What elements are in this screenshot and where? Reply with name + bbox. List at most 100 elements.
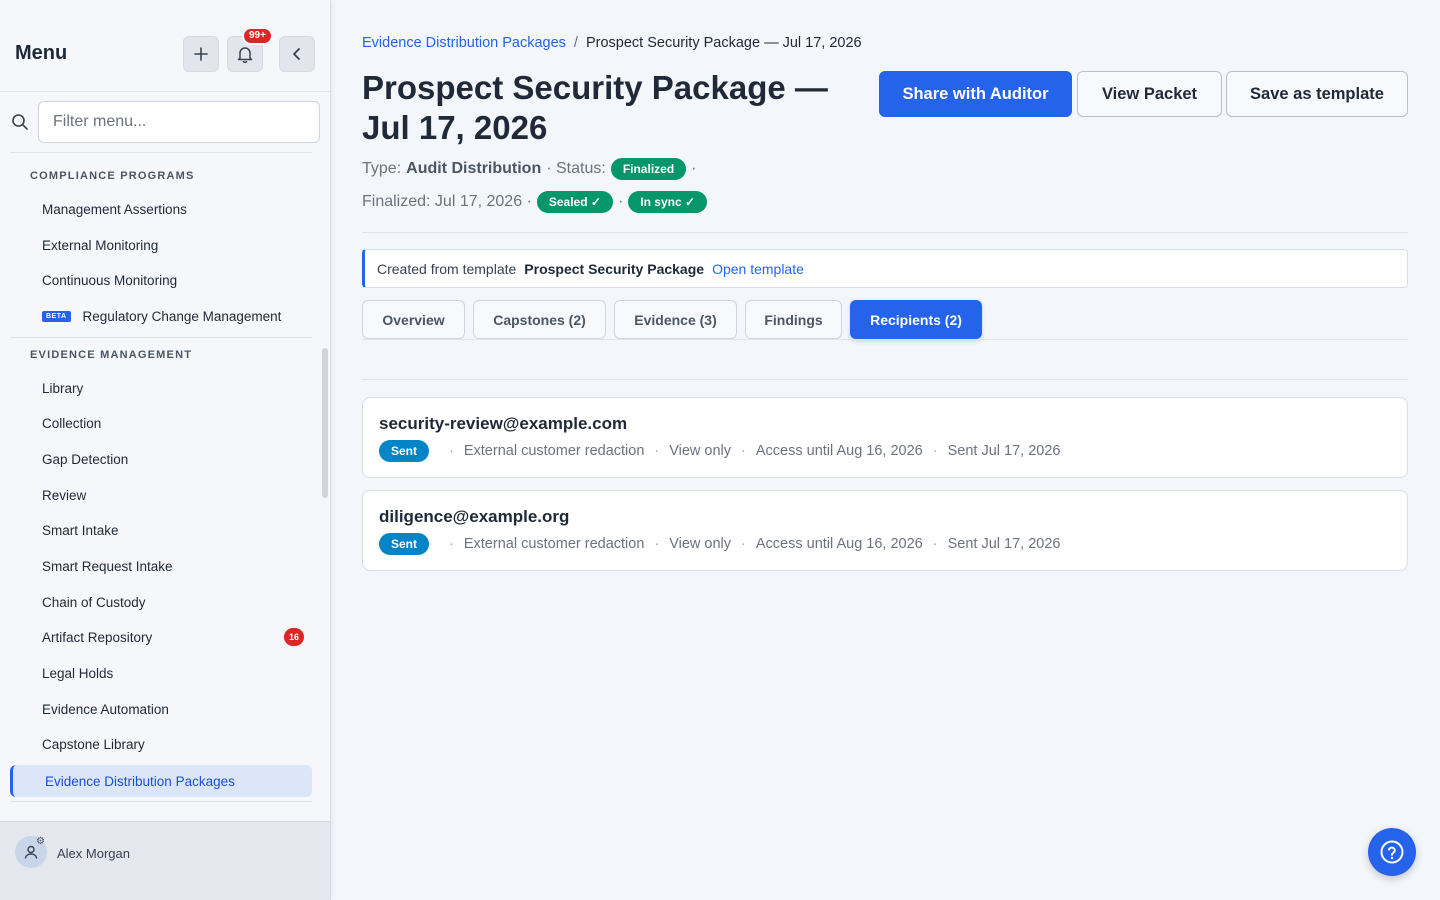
sidebar-item-label: Collection [42, 415, 102, 431]
package-meta-finalized: Finalized: Jul 17, 2026 · Sealed ✓ · In … [362, 191, 708, 213]
sidebar-item-label: Gap Detection [42, 451, 129, 467]
sidebar-scrollbar[interactable] [322, 348, 328, 498]
meta-separator: · [617, 193, 624, 210]
menu-list[interactable]: COMPLIANCE PROGRAMS Management Assertion… [0, 158, 330, 821]
recipient-card[interactable]: diligence@example.org Sent · External cu… [362, 490, 1408, 571]
collapse-sidebar-button[interactable] [279, 36, 315, 72]
save-as-template-button[interactable]: Save as template [1226, 71, 1408, 117]
tab-recipients[interactable]: Recipients (2) [850, 300, 982, 339]
sidebar-item-evidence-automation[interactable]: Evidence Automation [30, 693, 312, 725]
tab-overview[interactable]: Overview [362, 300, 465, 339]
breadcrumb-separator: / [573, 35, 578, 51]
package-meta-type-status: Type: Audit Distribution · Status: Final… [362, 158, 696, 180]
sidebar-item-continuous-monitoring[interactable]: Continuous Monitoring [30, 264, 312, 296]
sidebar-item-regulatory-change-management[interactable]: BETA Regulatory Change Management [30, 300, 312, 332]
user-footer[interactable]: ⚙ Alex Morgan [0, 821, 330, 900]
finalized-label: Finalized: Jul 17, 2026 · [362, 193, 532, 210]
sidebar: Menu 99+ COMPLIANCE PROGRAMS Management … [0, 0, 331, 900]
sidebar-item-artifact-repository[interactable]: Artifact Repository 16 [30, 621, 312, 653]
user-name: Alex Morgan [57, 846, 130, 861]
divider [362, 379, 1408, 380]
redaction-profile: External customer redaction [463, 443, 645, 459]
type-value: Audit Distribution [406, 160, 542, 177]
sidebar-item-management-assertions[interactable]: Management Assertions [30, 193, 312, 225]
template-name: Prospect Security Package [524, 260, 705, 277]
redaction-profile: External customer redaction [463, 536, 645, 552]
sidebar-item-chain-of-custody[interactable]: Chain of Custody [30, 586, 312, 618]
access-level: View only [669, 536, 732, 552]
sidebar-item-smart-intake[interactable]: Smart Intake [30, 514, 312, 546]
sealed-badge: Sealed ✓ [536, 191, 613, 213]
recipient-meta: Sent · External customer redaction · Vie… [379, 533, 1060, 555]
sidebar-title: Menu [15, 42, 68, 64]
access-expiry: Access until Aug 16, 2026 [755, 443, 923, 459]
sidebar-item-label: Smart Request Intake [42, 558, 173, 574]
sidebar-header: Menu 99+ [0, 0, 330, 92]
divider [10, 152, 312, 153]
breadcrumb-parent-link[interactable]: Evidence Distribution Packages [362, 35, 566, 51]
help-icon [1380, 840, 1404, 864]
chevron-left-icon [293, 48, 300, 60]
recipient-meta: Sent · External customer redaction · Vie… [379, 440, 1060, 462]
template-prefix: Created from template [377, 260, 517, 277]
sidebar-item-label: Legal Holds [42, 665, 114, 681]
divider [10, 337, 312, 338]
share-with-auditor-button[interactable]: Share with Auditor [879, 71, 1072, 117]
divider [10, 801, 312, 802]
page-title: Prospect Security Package — Jul 17, 2026 [362, 69, 828, 146]
count-badge: 16 [284, 628, 304, 646]
sidebar-item-evidence-distribution-packages[interactable]: Evidence Distribution Packages [10, 765, 312, 797]
sidebar-item-gap-detection[interactable]: Gap Detection [30, 443, 312, 475]
sidebar-item-label: Evidence Automation [42, 701, 169, 717]
tab-capstones[interactable]: Capstones (2) [473, 300, 606, 339]
sidebar-item-library[interactable]: Library [30, 372, 312, 404]
sidebar-item-label: Artifact Repository [42, 629, 153, 645]
filter-menu-input[interactable] [38, 101, 320, 143]
sidebar-item-label: Smart Intake [42, 522, 119, 538]
open-template-link[interactable]: Open template [712, 261, 804, 277]
divider [362, 232, 1408, 233]
bell-icon [237, 47, 253, 63]
status-badge: Sent [379, 440, 430, 462]
access-level: View only [669, 443, 732, 459]
breadcrumb: Evidence Distribution Packages / Prospec… [362, 35, 862, 51]
meta-separator: · [691, 160, 697, 177]
help-button[interactable] [1368, 828, 1416, 876]
sidebar-item-label: Regulatory Change Management [82, 308, 282, 324]
tab-findings[interactable]: Findings [745, 300, 842, 339]
sidebar-item-collection[interactable]: Collection [30, 407, 312, 439]
section-title-evidence-management: EVIDENCE MANAGEMENT [30, 349, 193, 361]
notification-count-badge: 99+ [242, 27, 273, 45]
sidebar-item-capstone-library[interactable]: Capstone Library [30, 728, 312, 760]
view-packet-button[interactable]: View Packet [1077, 71, 1222, 117]
breadcrumb-current: Prospect Security Package — Jul 17, 2026 [585, 35, 862, 51]
plus-icon [194, 47, 208, 61]
status-badge: Finalized [610, 158, 687, 180]
sent-date: Sent Jul 17, 2026 [947, 443, 1061, 459]
sidebar-item-legal-holds[interactable]: Legal Holds [30, 657, 312, 689]
beta-badge: BETA [42, 310, 71, 322]
section-title-compliance-programs: COMPLIANCE PROGRAMS [30, 170, 195, 182]
sidebar-item-label: Capstone Library [42, 736, 145, 752]
sidebar-item-label: Continuous Monitoring [42, 272, 178, 288]
sidebar-item-label: Chain of Custody [42, 594, 146, 610]
recipient-email: diligence@example.org [379, 507, 570, 526]
sidebar-item-label: Evidence Distribution Packages [45, 773, 235, 789]
sidebar-item-external-monitoring[interactable]: External Monitoring [30, 229, 312, 261]
settings-gear-icon: ⚙ [36, 836, 45, 847]
recipient-card[interactable]: security-review@example.com Sent · Exter… [362, 397, 1408, 478]
add-button[interactable] [183, 36, 219, 72]
sidebar-item-review[interactable]: Review [30, 479, 312, 511]
template-source-notice: Created from template Prospect Security … [362, 249, 1408, 288]
sent-date: Sent Jul 17, 2026 [947, 536, 1061, 552]
access-expiry: Access until Aug 16, 2026 [755, 536, 923, 552]
status-label: · Status: [546, 160, 606, 177]
tab-evidence[interactable]: Evidence (3) [614, 300, 737, 339]
main-content: Evidence Distribution Packages / Prospec… [331, 0, 1440, 900]
search-icon [12, 114, 28, 130]
sidebar-item-label: Management Assertions [42, 201, 187, 217]
sidebar-item-smart-request-intake[interactable]: Smart Request Intake [30, 550, 312, 582]
sidebar-item-label: Review [42, 487, 87, 503]
recipient-email: security-review@example.com [379, 414, 628, 433]
divider [362, 339, 1408, 340]
